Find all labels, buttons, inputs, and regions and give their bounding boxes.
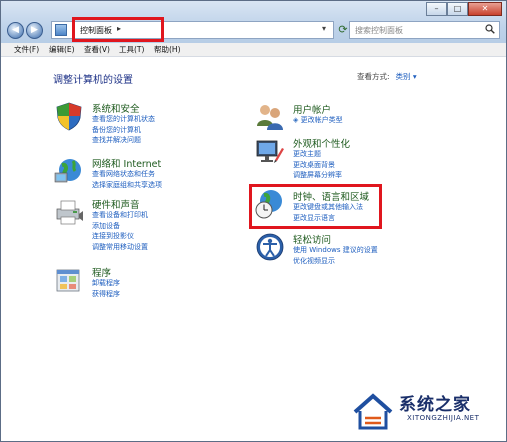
programs-icon[interactable]	[54, 265, 84, 295]
category-link[interactable]: ◈ 更改帐户类型	[293, 115, 343, 126]
category-link[interactable]: 调整屏幕分辨率	[293, 170, 342, 181]
control-panel-window: – □ ✕ ◀ ▶ 控制面板 ▸ ▾ ⟳ 搜索控制面板 文件(F) 编辑(E) 查看…	[0, 0, 507, 442]
category-link[interactable]: 优化视频显示	[293, 256, 378, 267]
category-title[interactable]: 硬件和声音	[92, 197, 140, 211]
category-title[interactable]: 时钟、语言和区域	[293, 189, 369, 203]
category-link[interactable]: 连接到投影仪	[92, 231, 148, 242]
accessibility-icon[interactable]	[255, 232, 285, 262]
category-link[interactable]: 调整常用移动设置	[92, 242, 148, 253]
category-link[interactable]: 备份您的计算机	[92, 125, 155, 136]
menu-view[interactable]: 查看(V)	[84, 44, 110, 55]
category-link[interactable]: 更改主题	[293, 149, 342, 160]
category-link[interactable]: 查看网络状态和任务	[92, 169, 162, 180]
category-link[interactable]: 更改键盘或其他输入法	[293, 202, 363, 213]
users-icon[interactable]	[255, 102, 285, 132]
clock-globe-icon[interactable]	[255, 189, 285, 219]
refresh-icon[interactable]: ⟳	[336, 23, 350, 37]
category-title[interactable]: 外观和个性化	[293, 136, 350, 150]
category-link[interactable]: 查看您的计算机状态	[92, 114, 155, 125]
category-link[interactable]: 获得程序	[92, 289, 120, 300]
network-icon[interactable]	[54, 156, 84, 186]
address-bar[interactable]: 控制面板 ▸ ▾	[51, 17, 334, 42]
minimize-button[interactable]: –	[426, 2, 447, 16]
category-link[interactable]: 查看设备和打印机	[92, 210, 148, 221]
search-box[interactable]: 搜索控制面板	[349, 21, 500, 39]
close-button[interactable]: ✕	[468, 2, 502, 16]
printer-icon[interactable]	[54, 197, 84, 227]
display-icon[interactable]	[255, 136, 285, 166]
category-title[interactable]: 轻松访问	[293, 232, 331, 246]
category-title[interactable]: 程序	[92, 265, 111, 279]
breadcrumb-arrow-icon[interactable]: ▸	[117, 24, 121, 33]
category-link-text[interactable]: 更改帐户类型	[301, 116, 343, 124]
watermark-title: 系统之家	[399, 395, 471, 415]
category-title[interactable]: 网络和 Internet	[92, 156, 161, 170]
category-link[interactable]: 卸载程序	[92, 278, 120, 289]
category-link[interactable]: 选择家庭组和共享选项	[92, 180, 162, 191]
search-input[interactable]: 搜索控制面板	[355, 25, 403, 36]
title-bar: – □ ✕ ◀ ▶ 控制面板 ▸ ▾ ⟳ 搜索控制面板	[1, 1, 506, 43]
shield-icon[interactable]	[54, 101, 84, 131]
view-by-label: 查看方式:	[357, 72, 390, 81]
maximize-button[interactable]: □	[447, 2, 468, 16]
watermark-subtitle: XITONGZHIJIA.NET	[407, 414, 480, 422]
category-link[interactable]: 查找并解决问题	[92, 135, 155, 146]
breadcrumb-control-panel[interactable]: 控制面板	[80, 25, 112, 36]
view-by: 查看方式: 类别 ▾	[357, 71, 417, 82]
uac-shield-icon: ◈	[293, 116, 299, 124]
house-logo-icon	[353, 393, 393, 430]
category-link[interactable]: 添加设备	[92, 221, 148, 232]
category-title[interactable]: 系统和安全	[92, 101, 140, 115]
forward-button[interactable]: ▶	[26, 22, 43, 39]
control-panel-icon	[55, 24, 67, 36]
menu-help[interactable]: 帮助(H)	[154, 44, 181, 55]
menu-edit[interactable]: 编辑(E)	[49, 44, 75, 55]
view-by-dropdown[interactable]: 类别 ▾	[396, 72, 417, 81]
category-link[interactable]: 更改桌面背景	[293, 160, 342, 171]
category-link[interactable]: 更改显示语言	[293, 213, 363, 224]
window-controls: – □ ✕	[426, 2, 502, 16]
menu-bar: 文件(F) 编辑(E) 查看(V) 工具(T) 帮助(H)	[1, 43, 506, 57]
menu-tools[interactable]: 工具(T)	[119, 44, 144, 55]
page-title: 调整计算机的设置	[53, 75, 133, 86]
address-dropdown-icon[interactable]: ▾	[322, 24, 326, 33]
menu-file[interactable]: 文件(F)	[14, 44, 39, 55]
category-link[interactable]: 使用 Windows 建议的设置	[293, 245, 378, 256]
category-title[interactable]: 用户帐户	[293, 102, 331, 116]
back-button[interactable]: ◀	[7, 22, 24, 39]
site-watermark: 系统之家 XITONGZHIJIA.NET	[347, 386, 507, 442]
search-icon[interactable]	[485, 24, 495, 34]
